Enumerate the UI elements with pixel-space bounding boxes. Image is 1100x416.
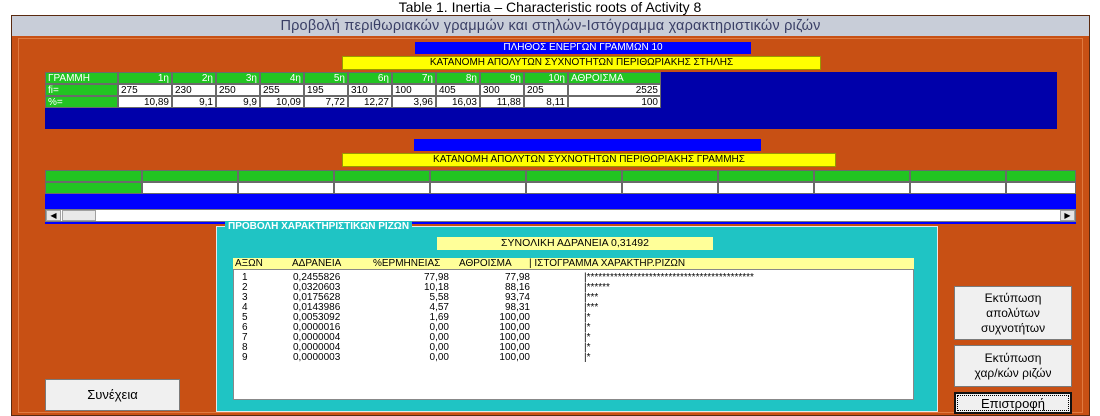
column-header: 3η — [216, 72, 260, 84]
row-label: %= — [45, 96, 118, 108]
table-cell: 16,03 — [436, 96, 480, 108]
table-cell: 8,11 — [524, 96, 568, 108]
table-cell: 300 — [480, 84, 524, 96]
column-header: 10η — [524, 72, 568, 84]
table-cell: 195 — [304, 84, 348, 96]
row-label: fi= — [45, 84, 118, 96]
roots-frame-title: ΠΡΟΒΟΛΗ ΧΑΡΑΚΤΗΡΙΣΤΙΚΩΝ ΡΙΖΩΝ — [225, 221, 413, 232]
header-explained: %ΕΡΜΗΝΕΙΑΣ — [373, 258, 441, 269]
table-cell: 10,09 — [260, 96, 304, 108]
characteristic-roots-frame: ΠΡΟΒΟΛΗ ΧΑΡΑΚΤΗΡΙΣΤΙΚΩΝ ΡΙΖΩΝ ΣΥΝΟΛΙΚΗ Α… — [216, 221, 938, 412]
row-marginal-grid[interactable]: ◀ ▶ — [45, 170, 1076, 224]
table-row: %= 10,89 9,1 9,9 10,09 7,72 12,27 3,96 1… — [45, 96, 661, 108]
table-row: fi= 275 230 250 255 195 310 100 405 300 … — [45, 84, 661, 96]
scroll-thumb[interactable] — [62, 210, 96, 221]
print-absolute-frequencies-button[interactable]: Εκτύπωση απολύτων συχνοτήτων — [954, 286, 1072, 340]
row-grid-header-cell — [334, 170, 430, 182]
header-inertia: ΑΔΡΑΝΕΙΑ — [292, 258, 342, 269]
window-title: Προβολή περιθωριακών γραμμών και στηλών-… — [12, 16, 1089, 36]
grid-corner-header: ΓΡΑΜΜΗ — [45, 72, 118, 84]
column-header: 9η — [480, 72, 524, 84]
table-cell-sum: 100 — [568, 96, 661, 108]
column-header: 5η — [304, 72, 348, 84]
row-grid-label-cell — [45, 182, 142, 194]
column-marginal-grid[interactable]: ΓΡΑΜΜΗ 1η 2η 3η 4η 5η 6η 7η 8η 9η 10η ΑΘ… — [45, 72, 1057, 129]
row-grid-header-cell — [142, 170, 238, 182]
table-cell: 11,88 — [480, 96, 524, 108]
row-grid-header-cell — [430, 170, 526, 182]
row-grid-header-cell — [910, 170, 1006, 182]
column-header-sum: ΑΘΡΟΙΣΜΑ — [568, 72, 661, 84]
root-explained: 0,00 — [429, 352, 449, 363]
button-label-line: απολύτων — [986, 306, 1040, 320]
row-grid-value-cell — [526, 182, 622, 194]
column-header: 1η — [118, 72, 172, 84]
button-label-line: Εκτύπωση — [984, 351, 1042, 365]
table-caption: Table 1. Inertia – Characteristic roots … — [398, 0, 702, 15]
column-header: 6η — [348, 72, 392, 84]
window-client-area: ΠΛΗΘΟΣ ΕΝΕΡΓΩΝ ΓΡΑΜΜΩΝ 10 ΚΑΤΑΝΟΜΗ ΑΠΟΛΥ… — [18, 38, 1083, 414]
column-marginal-label: ΚΑΤΑΝΟΜΗ ΑΠΟΛΥΤΩΝ ΣΥΧΝΟΤΗΤΩΝ ΠΕΡΙΘΩΡΙΑΚΗ… — [342, 56, 821, 70]
button-label-line: Εκτύπωση — [984, 291, 1042, 305]
scroll-left-icon[interactable]: ◀ — [46, 210, 61, 221]
table-cell: 255 — [260, 84, 304, 96]
header-axis: ΑΞΩΝ — [235, 258, 263, 269]
row-count-banner — [414, 139, 761, 151]
table-cell: 405 — [436, 84, 480, 96]
row-grid-value-cell — [238, 182, 334, 194]
row-grid-header-cell — [238, 170, 334, 182]
total-inertia-label: ΣΥΝΟΛΙΚΗ ΑΔΡΑΝΕΙΑ 0,31492 — [437, 237, 713, 250]
button-label-line: συχνοτήτων — [980, 321, 1046, 335]
row-grid-value-cell — [622, 182, 718, 194]
horizontal-scrollbar[interactable]: ◀ ▶ — [45, 209, 1076, 222]
table-cell: 9,1 — [172, 96, 216, 108]
table-cell: 10,89 — [118, 96, 172, 108]
row-grid-value-cell — [910, 182, 1006, 194]
root-histogram: |* — [584, 352, 591, 363]
column-header: 2η — [172, 72, 216, 84]
table-cell: 310 — [348, 84, 392, 96]
back-button[interactable]: Επιστροφή — [954, 392, 1072, 414]
row-grid-header-cell — [814, 170, 910, 182]
print-characteristic-roots-button[interactable]: Εκτύπωση χαρ/κών ριζών — [954, 345, 1072, 387]
row-grid-value-cell — [814, 182, 910, 194]
button-label-line: χαρ/κών ριζών — [974, 366, 1052, 380]
grid-header-row: ΓΡΑΜΜΗ 1η 2η 3η 4η 5η 6η 7η 8η 9η 10η ΑΘ… — [45, 72, 661, 84]
continue-button[interactable]: Συνέχεια — [45, 379, 180, 411]
row-grid-value-cell — [718, 182, 814, 194]
row-grid-value-cell — [142, 182, 238, 194]
column-header: 8η — [436, 72, 480, 84]
table-cell: 275 — [118, 84, 172, 96]
root-cumulative: 100,00 — [499, 352, 530, 363]
root-inertia: 0,0000003 — [293, 352, 341, 363]
scroll-right-icon[interactable]: ▶ — [1060, 210, 1075, 221]
table-cell: 3,96 — [392, 96, 436, 108]
app-window: Προβολή περιθωριακών γραμμών και στηλών-… — [11, 15, 1090, 416]
roots-listbox[interactable]: 1 0,2455826 77,98 77,98 |***************… — [233, 269, 914, 400]
table-cell: 205 — [524, 84, 568, 96]
column-header: 7η — [392, 72, 436, 84]
roots-header-row: ΑΞΩΝ ΑΔΡΑΝΕΙΑ %ΕΡΜΗΝΕΙΑΣ ΑΘΡΟΙΣΜΑ | ΙΣΤΟ… — [233, 258, 914, 269]
row-grid-header-cell — [1006, 170, 1076, 182]
column-header: 4η — [260, 72, 304, 84]
header-histogram: | ΙΣΤΟΓΡΑΜΜΑ ΧΑΡΑΚΤΗΡ.ΡΙΖΩΝ — [529, 258, 686, 269]
row-grid-header-cell — [526, 170, 622, 182]
row-grid-header-cell — [718, 170, 814, 182]
row-grid-value-cell — [1006, 182, 1076, 194]
table-cell: 230 — [172, 84, 216, 96]
table-cell: 9,9 — [216, 96, 260, 108]
row-marginal-label: ΚΑΤΑΝΟΜΗ ΑΠΟΛΥΤΩΝ ΣΥΧΝΟΤΗΤΩΝ ΠΕΡΙΘΩΡΙΑΚΗ… — [342, 153, 836, 167]
table-cell: 250 — [216, 84, 260, 96]
table-cell-sum: 2525 — [568, 84, 661, 96]
row-grid-value-cell — [430, 182, 526, 194]
header-cumulative: ΑΘΡΟΙΣΜΑ — [459, 258, 512, 269]
row-grid-value-cell — [334, 182, 430, 194]
row-grid-header-cell — [622, 170, 718, 182]
root-axis: 9 — [242, 352, 248, 363]
table-cell: 100 — [392, 84, 436, 96]
table-cell: 12,27 — [348, 96, 392, 108]
grid-corner — [45, 170, 142, 182]
table-cell: 7,72 — [304, 96, 348, 108]
active-rows-banner: ΠΛΗΘΟΣ ΕΝΕΡΓΩΝ ΓΡΑΜΜΩΝ 10 — [415, 42, 751, 54]
